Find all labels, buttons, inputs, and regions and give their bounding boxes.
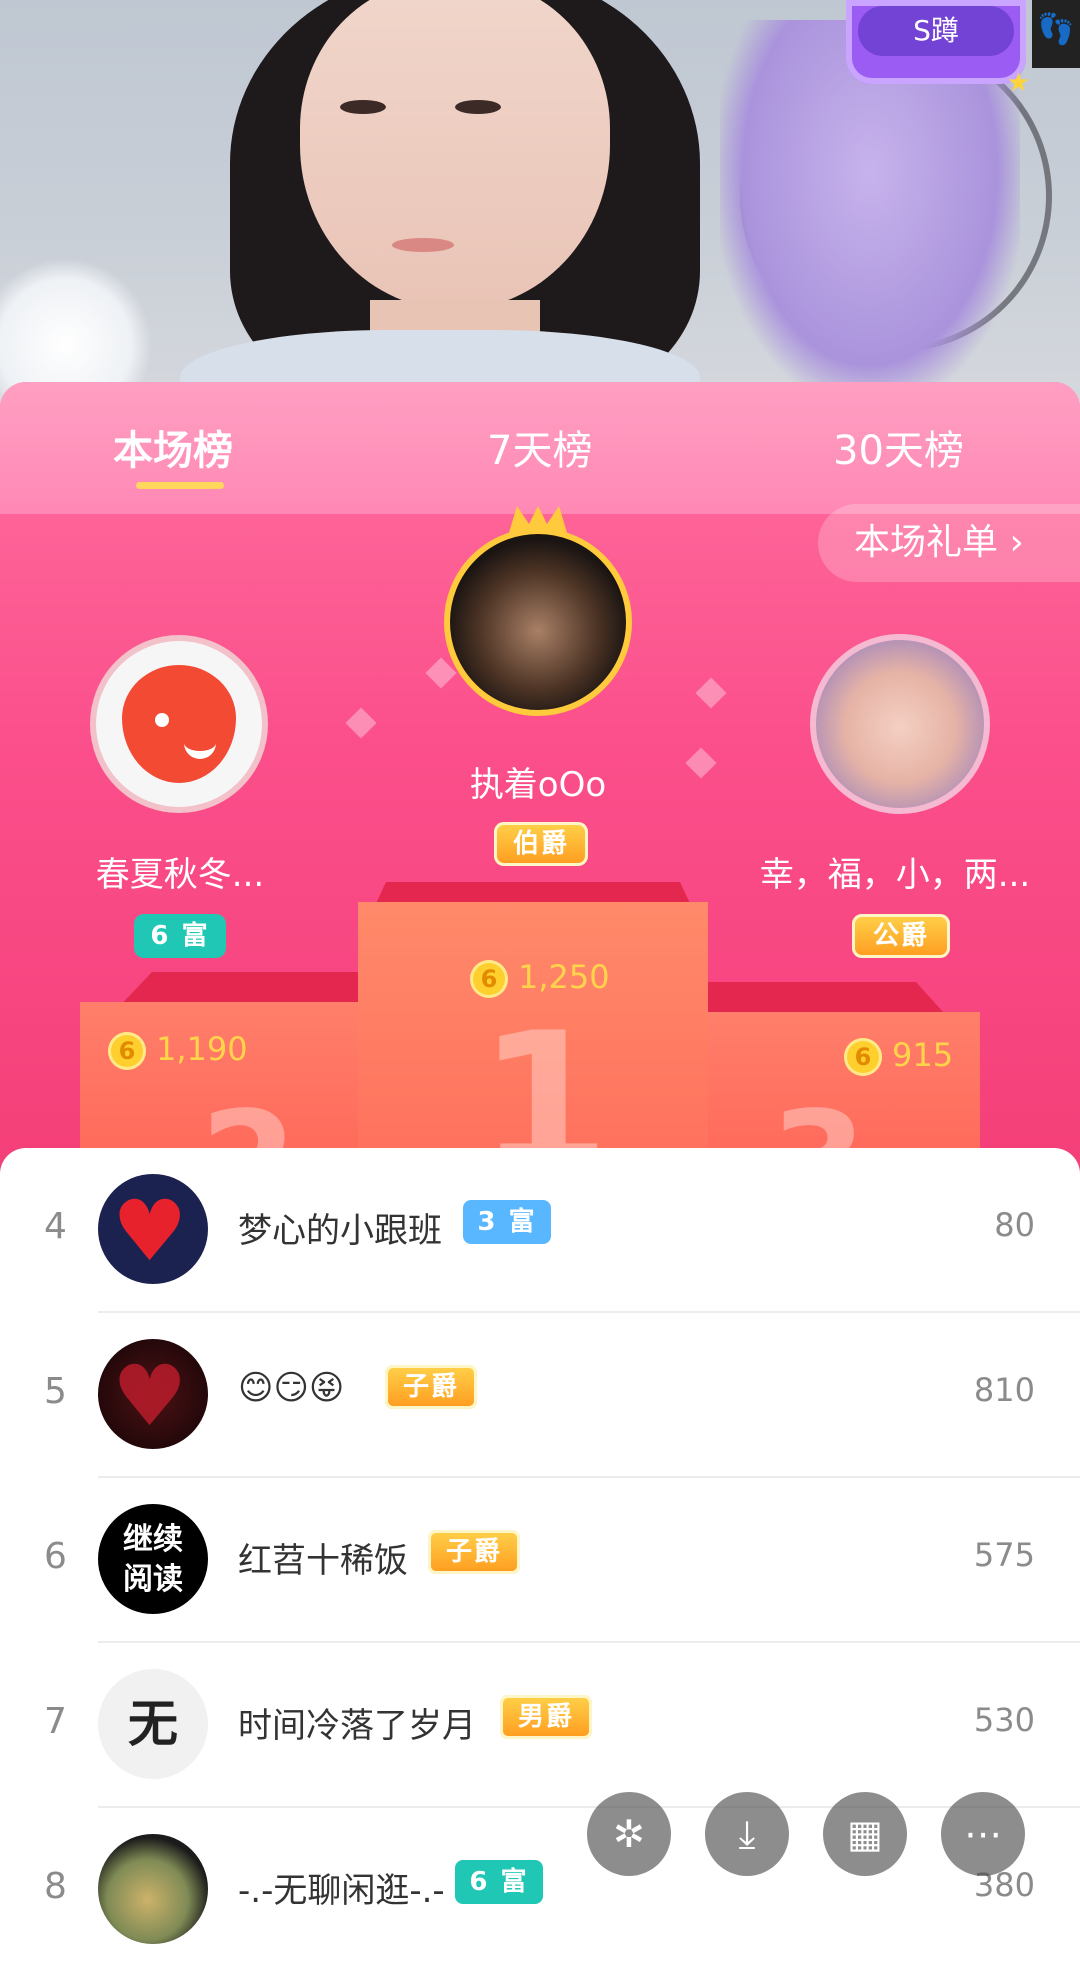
star-icon: ★ — [1006, 68, 1030, 98]
list-item[interactable]: 8 -.-无聊闲逛-.- 6 富 380 — [0, 1808, 1080, 1973]
wink-face-icon — [122, 665, 236, 783]
coin-icon: 6 — [108, 1032, 146, 1070]
third-place-coin-value: 915 — [892, 1036, 954, 1074]
third-place-title-badge: 公爵 — [852, 914, 950, 958]
coin-icon: 6 — [470, 960, 508, 998]
coin-icon: 6 — [844, 1038, 882, 1076]
streamer-eye — [340, 100, 386, 114]
list-rank: 6 — [44, 1536, 67, 1577]
more-icon[interactable]: ⋯ — [941, 1792, 1025, 1876]
tab-30-days[interactable]: 30天榜 — [833, 418, 964, 476]
second-place-coin-value: 1,190 — [156, 1030, 248, 1068]
third-place-coins: 6 915 — [844, 1033, 953, 1077]
first-place-coin-value: 1,250 — [518, 958, 610, 996]
list-value: 575 — [973, 1536, 1035, 1574]
list-item[interactable]: 5 😊😏😝 子爵 810 — [0, 1313, 1080, 1478]
second-place-coins: 6 1,190 — [108, 1027, 248, 1071]
dragon-avatar-icon[interactable] — [98, 1834, 208, 1944]
list-username: 😊😏😝 — [238, 1368, 345, 1408]
avatar-third[interactable] — [810, 634, 990, 814]
second-place-wealth-badge: 6 富 — [134, 914, 226, 958]
first-place-title-badge: 伯爵 — [494, 822, 588, 866]
grid-icon[interactable]: ▦ — [823, 1792, 907, 1876]
gift-list-link[interactable]: 本场礼单 › — [818, 504, 1080, 582]
chevron-right-icon: › — [1009, 522, 1024, 563]
gift-list-label: 本场礼单 — [854, 522, 999, 563]
title-badge: 男爵 — [500, 1695, 592, 1739]
heart-avatar-icon[interactable] — [98, 1339, 208, 1449]
first-place-coins: 6 1,250 — [470, 955, 610, 999]
list-rank: 8 — [44, 1866, 67, 1907]
tab-7-days[interactable]: 7天榜 — [487, 418, 592, 476]
third-place-name[interactable]: 幸，福，小，两... — [740, 847, 1050, 896]
streamer-lips — [392, 238, 454, 252]
wealth-badge: 3 富 — [463, 1200, 551, 1244]
list-value: 80 — [994, 1206, 1035, 1244]
download-icon[interactable]: ⤓ — [705, 1792, 789, 1876]
avatar-second[interactable] — [90, 635, 268, 813]
first-place-name[interactable]: 执着oOo — [398, 757, 678, 806]
list-item[interactable]: 7 无 时间冷落了岁月 男爵 530 — [0, 1643, 1080, 1808]
list-value: 530 — [973, 1701, 1035, 1739]
list-rank: 5 — [44, 1371, 67, 1412]
avatar-first[interactable] — [444, 528, 632, 716]
live-video[interactable]: S蹲 ★ 👣 — [0, 0, 1080, 420]
list-username: 红苕十稀饭 — [238, 1541, 408, 1581]
wealth-badge: 6 富 — [455, 1860, 543, 1904]
calligraphy-avatar-icon[interactable]: 无 — [98, 1669, 208, 1779]
streamer-badge-label: S蹲 — [858, 6, 1014, 56]
streamer-eye — [455, 100, 501, 114]
tab-this-show[interactable]: 本场榜 — [113, 418, 233, 476]
spark-icon[interactable]: ✲ — [587, 1792, 671, 1876]
heart-avatar-icon[interactable] — [98, 1174, 208, 1284]
title-badge: 子爵 — [428, 1530, 520, 1574]
ranking-tabs: 本场榜 7天榜 30天榜 — [0, 382, 1080, 514]
streamer-badge[interactable]: S蹲 ★ — [846, 0, 1030, 98]
list-username: -.-无聊闲逛-.- — [238, 1871, 445, 1911]
list-rank: 4 — [44, 1206, 67, 1247]
list-rank: 7 — [44, 1701, 67, 1742]
ranking-panel: 本场榜 7天榜 30天榜 本场礼单 › 1 2 3 执着oOo 伯爵 6 1,25… — [0, 382, 1080, 1182]
list-username: 梦心的小跟班 — [238, 1211, 442, 1251]
list-value: 810 — [973, 1371, 1035, 1409]
second-place-name[interactable]: 春夏秋冬... — [60, 847, 300, 896]
active-tab-indicator — [136, 482, 224, 489]
footprint-icon[interactable]: 👣 — [1032, 0, 1080, 68]
read-avatar-icon[interactable]: 继续 阅读 — [98, 1504, 208, 1614]
list-item[interactable]: 4 梦心的小跟班 3 富 80 — [0, 1148, 1080, 1313]
ranking-list[interactable]: 4 梦心的小跟班 3 富 80 5 😊😏😝 子爵 810 6 继续 阅读 红苕十… — [0, 1148, 1080, 1944]
list-item[interactable]: 6 继续 阅读 红苕十稀饭 子爵 575 — [0, 1478, 1080, 1643]
list-username: 时间冷落了岁月 — [238, 1706, 476, 1746]
title-badge: 子爵 — [385, 1365, 477, 1409]
